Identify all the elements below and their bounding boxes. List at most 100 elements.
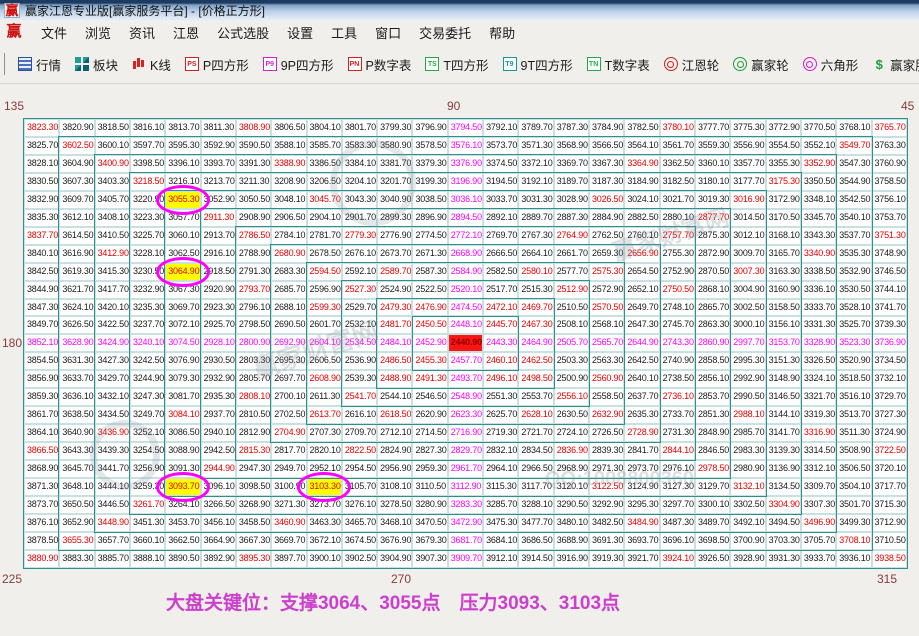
- matrix-cell: 2810.50: [236, 406, 271, 424]
- matrix-cell: 3628.90: [59, 334, 94, 352]
- matrix-cell: 2748.10: [660, 299, 695, 317]
- matrix-cell: 3110.50: [412, 478, 447, 496]
- matrix-cell: 3290.50: [554, 496, 589, 514]
- matrix-cell: 2616.10: [342, 406, 377, 424]
- matrix-cell: 2510.50: [554, 299, 589, 317]
- matrix-cell: 3376.90: [448, 155, 483, 173]
- hexagon-icon: [803, 57, 817, 71]
- matrix-cell: 3645.70: [59, 460, 94, 478]
- matrix-cell: 3369.70: [554, 155, 589, 173]
- menu-item-7[interactable]: 窗口: [366, 20, 410, 45]
- matrix-cell: 2476.90: [412, 299, 447, 317]
- matrix-cell: 2726.50: [589, 424, 624, 442]
- toolbar-quote-table-button[interactable]: 行情: [11, 52, 68, 77]
- matrix-cell: 2666.50: [483, 245, 518, 263]
- matrix-cell: 2534.50: [342, 334, 377, 352]
- matrix-cell: 3304.90: [766, 496, 801, 514]
- matrix-cell: 2889.70: [518, 209, 553, 227]
- matrix-cell: 3844.90: [24, 281, 59, 299]
- matrix-cell: 3206.50: [307, 173, 342, 191]
- matrix-cell: 2882.50: [624, 209, 659, 227]
- menu-item-3[interactable]: 江恩: [164, 20, 208, 45]
- matrix-cell: 2988.10: [730, 406, 765, 424]
- menu-item-9[interactable]: 帮助: [480, 20, 524, 45]
- matrix-cell: 3828.10: [24, 155, 59, 173]
- matrix-cell: 3782.50: [624, 119, 659, 137]
- matrix-cell: 3429.70: [95, 370, 130, 388]
- matrix-cell: 2712.10: [377, 424, 412, 442]
- matrix-cell: 2568.10: [589, 316, 624, 334]
- menu-item-2[interactable]: 资讯: [120, 20, 164, 45]
- matrix-cell: 3590.50: [236, 137, 271, 155]
- matrix-cell: 3568.90: [554, 137, 589, 155]
- matrix-cell: 3513.70: [836, 406, 871, 424]
- menu-item-0[interactable]: 文件: [32, 20, 76, 45]
- matrix-cell: 3508.90: [836, 442, 871, 460]
- matrix-cell: 3336.10: [801, 281, 836, 299]
- gann-price-square-matrix: 3823.303820.903818.503816.103813.703811.…: [24, 119, 907, 568]
- matrix-cell: 3187.30: [589, 173, 624, 191]
- matrix-cell: 3736.90: [872, 334, 907, 352]
- toolbar-winner-wheel-button[interactable]: 赢家轮: [726, 52, 796, 77]
- matrix-cell: 2887.30: [554, 209, 589, 227]
- matrix-cell: 3444.10: [95, 478, 130, 496]
- menu-item-6[interactable]: 工具: [322, 20, 366, 45]
- matrix-cell: 3379.30: [412, 155, 447, 173]
- toolbar-p-square-button[interactable]: PSP四方形: [178, 52, 256, 77]
- matrix-cell: 3924.10: [660, 550, 695, 568]
- matrix-cell: 2880.10: [660, 209, 695, 227]
- matrix-cell: 2731.30: [660, 424, 695, 442]
- toolbar: 行情板块K线PSP四方形P99P四方形PNP数字表TST四方形T99T四方形TN…: [0, 45, 919, 84]
- matrix-cell: 3060.10: [165, 227, 200, 245]
- quote-table-icon: [18, 57, 32, 71]
- matrix-cell: 3084.10: [165, 406, 200, 424]
- matrix-cell: 3451.30: [130, 514, 165, 532]
- matrix-cell: 2611.30: [307, 388, 342, 406]
- matrix-cell: 2541.70: [342, 388, 377, 406]
- matrix-cell: 3456.10: [201, 514, 236, 532]
- matrix-cell: 3091.30: [165, 460, 200, 478]
- matrix-cell: 2505.70: [554, 334, 589, 352]
- toolbar-9t-square-button[interactable]: T99T四方形: [496, 52, 580, 77]
- menu-item-5[interactable]: 设置: [278, 20, 322, 45]
- matrix-cell: 3144.10: [766, 406, 801, 424]
- matrix-cell: 3196.90: [448, 173, 483, 191]
- toolbar-label: 9P四方形: [281, 55, 334, 74]
- matrix-cell: 2971.30: [589, 460, 624, 478]
- matrix-cell: 3871.30: [24, 478, 59, 496]
- matrix-cell: 3763.30: [872, 137, 907, 155]
- matrix-cell: 3019.30: [695, 191, 730, 209]
- matrix-cell: 2976.10: [660, 460, 695, 478]
- matrix-cell: 3139.30: [766, 442, 801, 460]
- toolbar-service-dollar-button[interactable]: $赢家服务: [865, 52, 919, 77]
- matrix-cell: 3333.70: [801, 299, 836, 317]
- matrix-cell: 2896.90: [412, 209, 447, 227]
- matrix-cell: 2858.50: [695, 352, 730, 370]
- matrix-cell: 2637.70: [624, 388, 659, 406]
- matrix-cell: 3542.50: [836, 191, 871, 209]
- matrix-cell: 3117.70: [518, 478, 553, 496]
- toolbar-p-number-button[interactable]: PNP数字表: [341, 52, 419, 77]
- matrix-cell: 3813.70: [165, 119, 200, 137]
- matrix-cell: 2690.50: [271, 316, 306, 334]
- matrix-cell: 3804.10: [307, 119, 342, 137]
- matrix-cell: 3278.50: [377, 496, 412, 514]
- matrix-cell: 3592.90: [201, 137, 236, 155]
- toolbar-kline-candles-button[interactable]: K线: [125, 52, 178, 77]
- matrix-cell: 3504.10: [836, 478, 871, 496]
- matrix-cell: 3436.90: [95, 424, 130, 442]
- menu-item-1[interactable]: 浏览: [76, 20, 120, 45]
- toolbar-9p-square-button[interactable]: P99P四方形: [256, 52, 341, 77]
- matrix-cell: 2668.90: [448, 245, 483, 263]
- menu-item-8[interactable]: 交易委托: [410, 20, 480, 45]
- toolbar-t-square-button[interactable]: TST四方形: [418, 52, 495, 77]
- matrix-cell: 2644.90: [624, 334, 659, 352]
- menu-item-4[interactable]: 公式选股: [208, 20, 278, 45]
- matrix-cell: 2479.30: [377, 299, 412, 317]
- matrix-cell: 2462.50: [518, 352, 553, 370]
- matrix-cell: 3530.50: [836, 281, 871, 299]
- toolbar-sector-blocks-button[interactable]: 板块: [68, 52, 125, 77]
- toolbar-t-number-button[interactable]: TNT数字表: [580, 52, 657, 77]
- toolbar-gann-wheel-button[interactable]: 江恩轮: [657, 52, 727, 77]
- toolbar-hexagon-button[interactable]: 六角形: [796, 52, 866, 77]
